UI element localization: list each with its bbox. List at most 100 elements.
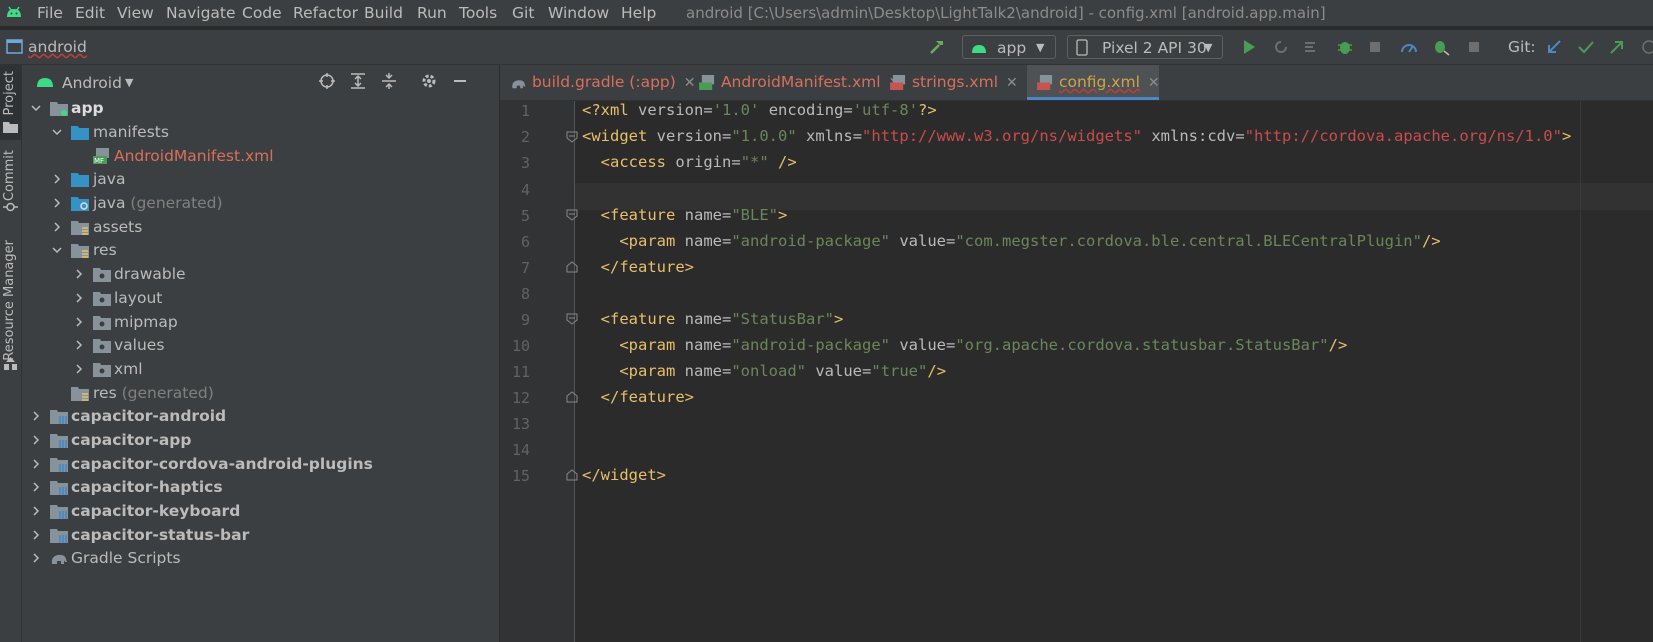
hide-panel-icon[interactable] (451, 72, 469, 90)
menu-help[interactable]: Help (621, 4, 656, 22)
apply-changes-icon[interactable] (1272, 38, 1290, 56)
run-icon[interactable] (1240, 38, 1258, 56)
locate-file-icon[interactable] (318, 72, 336, 90)
git-commit-icon[interactable] (1577, 38, 1595, 56)
chevron-down-icon[interactable] (52, 245, 62, 255)
tree-item-app[interactable]: app (28, 96, 498, 120)
tab-commit[interactable]: Commit (0, 150, 21, 220)
chevron-right-icon[interactable] (31, 553, 41, 563)
tab-project[interactable]: Project (0, 65, 21, 140)
menu-refactor[interactable]: Refactor (293, 4, 358, 22)
chevron-right-icon[interactable] (31, 459, 41, 469)
git-update-icon[interactable] (1545, 38, 1563, 56)
chevron-right-icon[interactable] (52, 174, 62, 184)
tree-item-capacitor-cordova-android-plugins[interactable]: capacitor-cordova-android-plugins (28, 452, 498, 476)
tree-item-java[interactable]: java (28, 167, 498, 191)
tree-item-values[interactable]: values (28, 333, 498, 357)
chevron-right-icon[interactable] (74, 340, 84, 350)
menu-window[interactable]: Window (548, 4, 609, 22)
breadcrumb[interactable]: android (28, 38, 87, 56)
chevron-down-icon[interactable] (31, 103, 41, 113)
code-editor[interactable]: 1 2 3 4 5 6 7 8 9 10 11 12 13 14 15 <?xm… (500, 101, 1653, 642)
tree-item-res[interactable]: res (28, 238, 498, 262)
chevron-right-icon[interactable] (52, 198, 62, 208)
gear-icon[interactable] (420, 72, 438, 90)
tree-item-gradle-scripts[interactable]: Gradle Scripts (28, 546, 498, 570)
tab-androidmanifest[interactable]: AndroidManifest.xml✕ (699, 65, 900, 100)
tab-resource-manager[interactable]: Resource Manager (0, 240, 21, 380)
tree-item-java-generated[interactable]: java (generated) (28, 191, 498, 215)
chevron-right-icon[interactable] (31, 411, 41, 421)
tree-item-capacitor-haptics[interactable]: capacitor-haptics (28, 475, 498, 499)
tree-item-capacitor-status-bar[interactable]: capacitor-status-bar (28, 523, 498, 547)
apply-code-changes-icon[interactable] (1303, 38, 1321, 56)
chevron-right-icon[interactable] (74, 293, 84, 303)
tree-item-mipmap[interactable]: mipmap (28, 310, 498, 334)
xml-file-icon (1037, 75, 1053, 90)
build-hammer-icon[interactable] (928, 38, 946, 56)
git-push-icon[interactable] (1608, 38, 1626, 56)
menu-edit[interactable]: Edit (75, 4, 105, 22)
tree-item-drawable[interactable]: drawable (28, 262, 498, 286)
menu-build[interactable]: Build (364, 4, 403, 22)
menu-file[interactable]: File (37, 4, 63, 22)
chevron-right-icon[interactable] (31, 506, 41, 516)
line-number: 4 (520, 181, 530, 199)
tree-item-capacitor-android[interactable]: capacitor-android (28, 404, 498, 428)
tree-item-androidmanifest[interactable]: MF AndroidManifest.xml (28, 144, 498, 168)
tree-item-assets[interactable]: assets (28, 215, 498, 239)
history-icon[interactable] (1640, 38, 1653, 56)
close-icon[interactable]: ✕ (684, 75, 696, 91)
tree-item-capacitor-app[interactable]: capacitor-app (28, 428, 498, 452)
menu-git[interactable]: Git (512, 4, 534, 22)
tree-item-capacitor-keyboard[interactable]: capacitor-keyboard (28, 499, 498, 523)
editor-tab-bar: build.gradle (:app) ✕ AndroidManifest.xml… (500, 65, 1653, 101)
chevron-right-icon[interactable] (31, 482, 41, 492)
chevron-right-icon[interactable] (74, 269, 84, 279)
line-number: 12 (511, 389, 530, 407)
chevron-down-icon[interactable] (52, 127, 62, 137)
fold-end-marker-icon[interactable] (566, 469, 578, 481)
tree-item-manifests[interactable]: manifests (28, 120, 498, 144)
line-number: 14 (511, 441, 530, 459)
chevron-right-icon[interactable] (74, 317, 84, 327)
chevron-right-icon[interactable] (31, 435, 41, 445)
chevron-right-icon[interactable] (74, 364, 84, 374)
tab-build-gradle[interactable]: build.gradle (:app) ✕ (510, 65, 696, 100)
fold-marker-icon[interactable] (566, 131, 578, 143)
fold-end-marker-icon[interactable] (566, 391, 578, 403)
menu-navigate[interactable]: Navigate (166, 4, 236, 22)
menu-run[interactable]: Run (417, 4, 447, 22)
tab-config-xml[interactable]: config.xml ✕ (1027, 65, 1160, 100)
menu-view[interactable]: View (117, 4, 154, 22)
code-line: </feature> (600, 258, 695, 276)
fold-marker-icon[interactable] (566, 313, 578, 325)
tree-item-label: java (93, 170, 126, 188)
tab-strings-xml[interactable]: strings.xml ✕ (890, 65, 1018, 100)
tree-item-res-generated[interactable]: res (generated) (28, 381, 498, 405)
expand-all-icon[interactable] (349, 72, 367, 90)
chevron-right-icon[interactable] (52, 222, 62, 232)
project-view-select[interactable]: Android (62, 74, 122, 92)
menu-tools[interactable]: Tools (459, 4, 497, 22)
tab-resource-manager-label: Resource Manager (2, 240, 17, 361)
profile-icon[interactable] (1367, 38, 1385, 56)
device-select[interactable]: Pixel 2 API 30 ▼ (1067, 35, 1223, 59)
close-icon[interactable]: ✕ (1006, 75, 1018, 91)
attach-debugger-icon[interactable] (1432, 38, 1450, 56)
tree-item-xml[interactable]: xml (28, 357, 498, 381)
library-module-icon (50, 481, 68, 495)
tree-item-label: app (71, 99, 104, 117)
fold-marker-icon[interactable] (566, 209, 578, 221)
stop-icon[interactable] (1465, 38, 1483, 56)
fold-end-marker-icon[interactable] (566, 261, 578, 273)
collapse-all-icon[interactable] (380, 72, 398, 90)
run-config-select[interactable]: app ▼ (962, 35, 1056, 59)
close-icon[interactable]: ✕ (1148, 75, 1160, 91)
tree-item-layout[interactable]: layout (28, 286, 498, 310)
debug-icon[interactable] (1336, 38, 1354, 56)
chevron-down-icon[interactable]: ▼ (125, 76, 133, 89)
chevron-right-icon[interactable] (31, 530, 41, 540)
profiler-icon[interactable] (1400, 38, 1418, 56)
menu-code[interactable]: Code (242, 4, 282, 22)
